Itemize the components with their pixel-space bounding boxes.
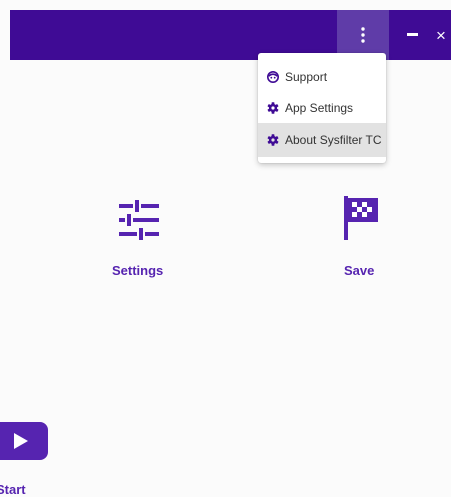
menu-item-support[interactable]: Support: [258, 60, 386, 94]
close-icon: ×: [436, 25, 446, 45]
sliders-icon: [119, 200, 159, 240]
menu-item-label: App Settings: [285, 101, 354, 115]
kebab-vertical-icon: [361, 27, 365, 43]
play-icon: [0, 422, 48, 460]
gear-icon: [267, 134, 279, 146]
settings-tile[interactable]: Settings: [100, 190, 180, 285]
minimize-icon: [406, 33, 418, 36]
close-button[interactable]: ×: [431, 10, 451, 60]
menu-item-app-settings[interactable]: App Settings: [258, 91, 386, 125]
menu-item-label: Support: [285, 70, 328, 84]
checkered-flag-icon: [344, 196, 378, 240]
options-menu: Support App Settings About Sysfilter TC: [258, 53, 386, 163]
start-tile[interactable]: Start: [0, 420, 60, 497]
save-label: Save: [344, 263, 375, 278]
title-bar: ×: [10, 10, 451, 60]
menu-item-label: About Sysfilter TC: [285, 133, 382, 147]
minimize-button[interactable]: [395, 10, 429, 60]
gear-icon: [267, 102, 279, 114]
settings-label: Settings: [112, 263, 164, 278]
menu-item-about[interactable]: About Sysfilter TC: [258, 123, 386, 157]
support-face-icon: [267, 71, 279, 83]
save-tile[interactable]: Save: [330, 190, 396, 285]
